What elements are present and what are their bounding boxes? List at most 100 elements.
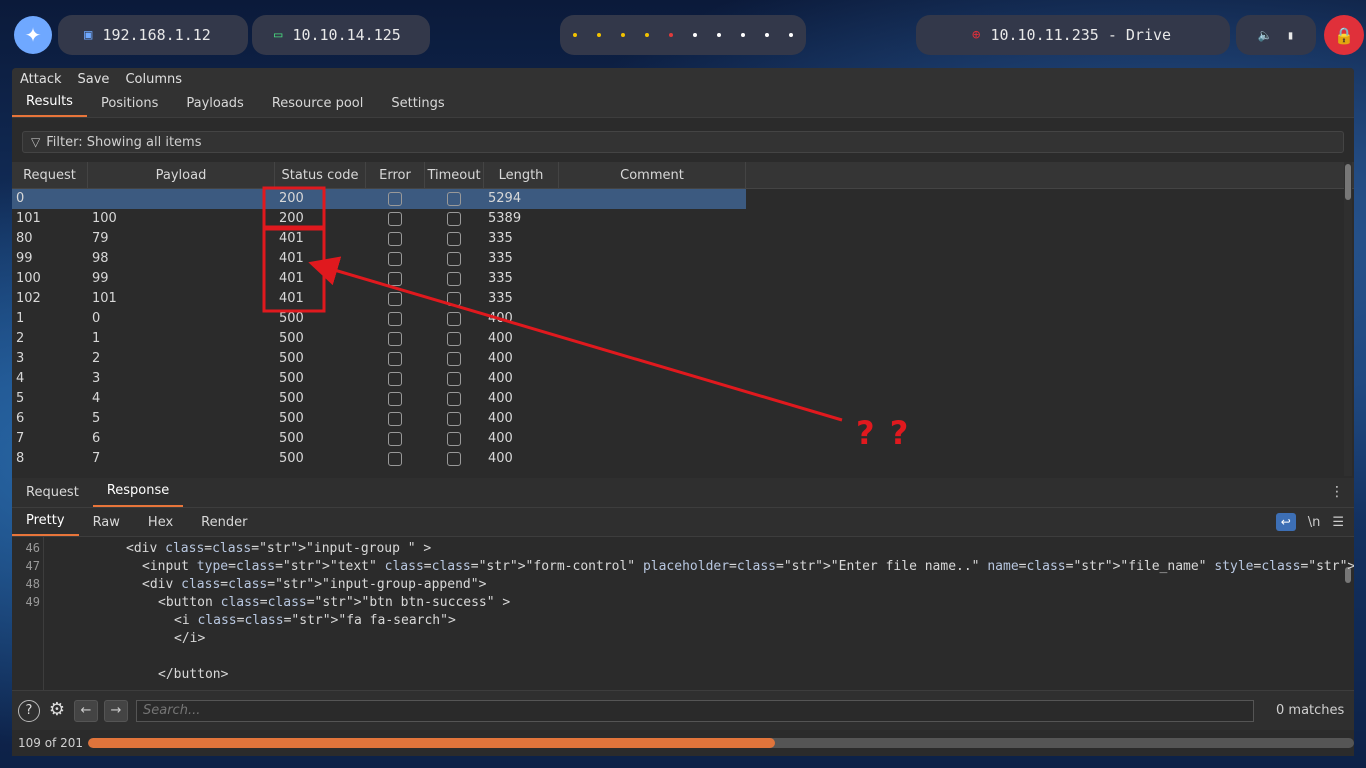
cell-timeout (425, 409, 484, 429)
cell-request: 2 (16, 331, 25, 346)
table-row[interactable]: 7 6 500 400 (12, 429, 1354, 449)
workspace-dot[interactable] (789, 33, 793, 37)
error-checkbox[interactable] (388, 431, 402, 446)
gear-icon[interactable]: ⚙ (46, 699, 68, 722)
table-row[interactable]: 0 200 5294 (12, 189, 1354, 209)
col-length[interactable]: Length (484, 162, 559, 189)
workspace-switcher[interactable] (560, 15, 806, 55)
table-row[interactable]: 1 0 500 400 (12, 309, 1354, 329)
col-status-code[interactable]: Status code ⌃ (275, 162, 366, 209)
scroll-thumb[interactable] (1345, 164, 1351, 200)
workspace-dot[interactable] (645, 33, 649, 37)
tab-resource-pool[interactable]: Resource pool (258, 96, 378, 117)
error-checkbox[interactable] (388, 251, 402, 266)
table-row[interactable]: 100 99 401 335 (12, 269, 1354, 289)
col-error[interactable]: Error (366, 162, 425, 189)
timeout-checkbox[interactable] (447, 271, 461, 286)
tab-hex[interactable]: Hex (134, 515, 187, 536)
timeout-checkbox[interactable] (447, 251, 461, 266)
table-row[interactable]: 102 101 401 335 (12, 289, 1354, 309)
menu-columns[interactable]: Columns (125, 72, 182, 87)
newline-toggle[interactable]: \n (1308, 515, 1321, 530)
workspace-dot[interactable] (741, 33, 745, 37)
workspace-dot[interactable] (693, 33, 697, 37)
error-checkbox[interactable] (388, 291, 402, 306)
tab-positions[interactable]: Positions (87, 96, 172, 117)
table-row[interactable]: 6 5 500 400 (12, 409, 1354, 429)
timeout-checkbox[interactable] (447, 351, 461, 366)
volume-icon[interactable]: 🔈 (1258, 28, 1273, 42)
error-checkbox[interactable] (388, 271, 402, 286)
col-timeout[interactable]: Timeout (425, 162, 484, 189)
local-ip-pill[interactable]: ▣ 192.168.1.12 (58, 15, 248, 55)
system-tray[interactable]: 🔈 ▮ (1236, 15, 1316, 55)
timeout-checkbox[interactable] (447, 311, 461, 326)
timeout-checkbox[interactable] (447, 411, 461, 426)
lock-icon[interactable]: 🔒 (1324, 15, 1364, 55)
table-row[interactable]: 80 79 401 335 (12, 229, 1354, 249)
kali-dragon-icon[interactable]: ✦ (14, 16, 52, 54)
kebab-menu-icon[interactable]: ⋮ (1330, 484, 1344, 500)
col-comment[interactable]: Comment (559, 162, 746, 189)
error-checkbox[interactable] (388, 351, 402, 366)
table-row[interactable]: 99 98 401 335 (12, 249, 1354, 269)
code-view[interactable]: 46 47 48 49 <div class=class="str">"input-g… (12, 537, 1354, 691)
vpn-ip-pill[interactable]: ▭ 10.10.14.125 (252, 15, 430, 55)
col-payload[interactable]: Payload (88, 162, 275, 189)
timeout-checkbox[interactable] (447, 231, 461, 246)
timeout-checkbox[interactable] (447, 211, 461, 226)
arrow-right-icon[interactable]: → (104, 699, 128, 722)
tab-request[interactable]: Request (12, 485, 93, 507)
error-checkbox[interactable] (388, 211, 402, 226)
tab-response[interactable]: Response (92, 483, 184, 507)
timeout-checkbox[interactable] (447, 391, 461, 406)
tab-payloads[interactable]: Payloads (172, 96, 257, 117)
error-checkbox[interactable] (388, 411, 402, 426)
cell-request: 80 (16, 231, 33, 246)
timeout-checkbox[interactable] (447, 291, 461, 306)
table-row[interactable]: 101 100 200 5389 (12, 209, 1354, 229)
menu-save[interactable]: Save (78, 72, 110, 87)
table-scrollbar[interactable] (1344, 162, 1352, 476)
tab-raw[interactable]: Raw (79, 515, 134, 536)
word-wrap-icon[interactable]: ↩ (1275, 513, 1296, 531)
table-row[interactable]: 4 3 500 400 (12, 369, 1354, 389)
col-request[interactable]: Request (12, 162, 88, 189)
filter-label: Filter: Showing all items (46, 134, 202, 150)
timeout-checkbox[interactable] (447, 371, 461, 386)
timeout-checkbox[interactable] (447, 451, 461, 466)
tab-settings[interactable]: Settings (377, 96, 458, 117)
table-row[interactable]: 2 1 500 400 (12, 329, 1354, 349)
workspace-dot[interactable] (765, 33, 769, 37)
cell-length: 400 (488, 331, 513, 346)
error-checkbox[interactable] (388, 371, 402, 386)
workspace-dot[interactable] (597, 33, 601, 37)
error-checkbox[interactable] (388, 391, 402, 406)
target-pill[interactable]: ⊕ 10.10.11.235 - Drive (916, 15, 1230, 55)
timeout-checkbox[interactable] (447, 431, 461, 446)
arrow-left-icon[interactable]: ← (74, 699, 98, 722)
table-row[interactable]: 3 2 500 400 (12, 349, 1354, 369)
timeout-checkbox[interactable] (447, 331, 461, 346)
tab-pretty[interactable]: Pretty (12, 513, 79, 536)
workspace-dot[interactable] (573, 33, 577, 37)
table-row[interactable]: 8 7 500 400 (12, 449, 1354, 469)
workspace-dot[interactable] (621, 33, 625, 37)
timeout-checkbox[interactable] (447, 191, 461, 206)
tab-results[interactable]: Results (12, 94, 87, 117)
error-checkbox[interactable] (388, 451, 402, 466)
workspace-dot[interactable] (717, 33, 721, 37)
error-checkbox[interactable] (388, 231, 402, 246)
error-checkbox[interactable] (388, 311, 402, 326)
filter-bar[interactable]: ▽ Filter: Showing all items (22, 131, 1344, 153)
menu-attack[interactable]: Attack (20, 72, 62, 87)
help-icon[interactable]: ? (18, 699, 40, 722)
cell-status: 500 (279, 411, 304, 426)
table-row[interactable]: 5 4 500 400 (12, 389, 1354, 409)
error-checkbox[interactable] (388, 331, 402, 346)
workspace-dot[interactable] (669, 33, 673, 37)
search-input[interactable] (136, 699, 1254, 722)
hamburger-menu-icon[interactable]: ☰ (1332, 515, 1344, 530)
error-checkbox[interactable] (388, 191, 402, 206)
tab-render[interactable]: Render (187, 515, 261, 536)
